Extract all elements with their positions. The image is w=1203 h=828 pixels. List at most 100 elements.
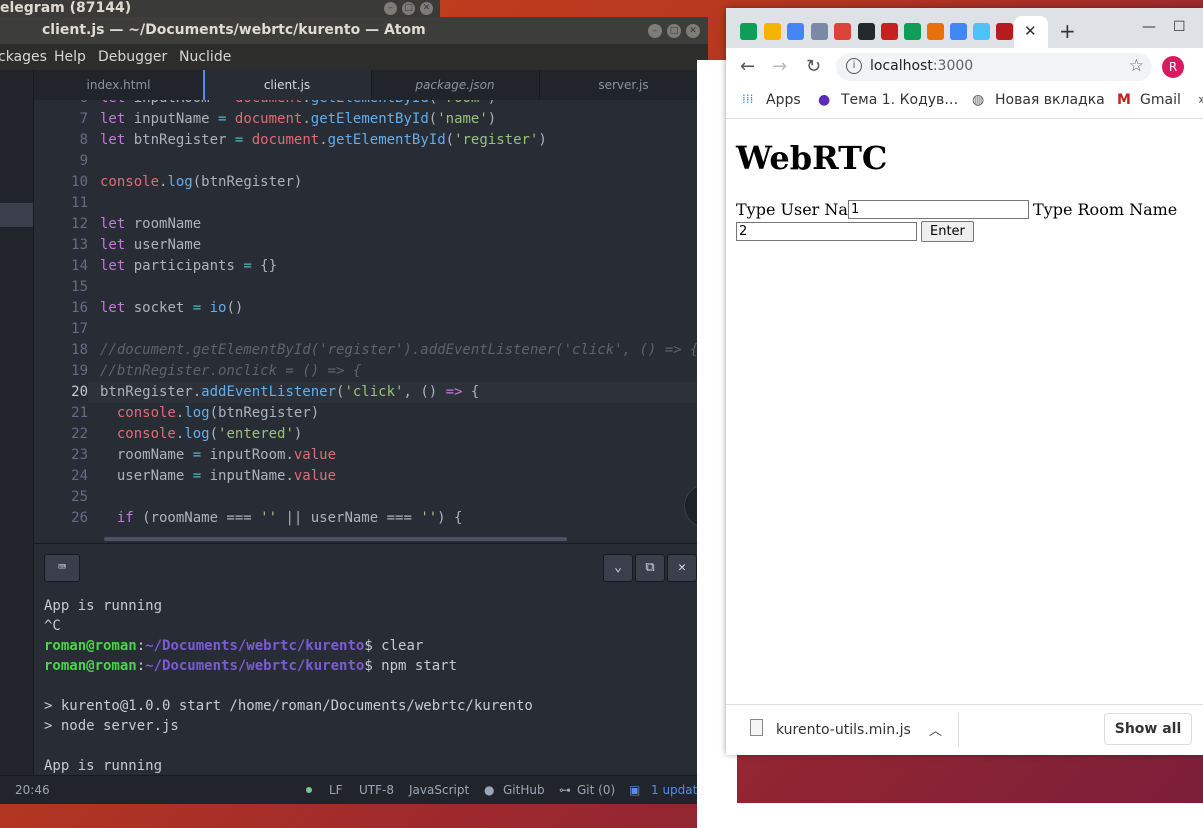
- maximize-icon[interactable]: □: [402, 2, 415, 15]
- sheets-tab-icon[interactable]: [740, 23, 757, 40]
- chrome-window: ✕ + — ☐ ← → ↻ i localhost:3000 ☆ R ⁞⁞⁞ A…: [726, 8, 1203, 755]
- tab-icon[interactable]: [927, 23, 944, 40]
- sheets-tab-icon[interactable]: [904, 23, 921, 40]
- line-number: 21: [71, 405, 88, 421]
- github-tab-icon[interactable]: [858, 23, 875, 40]
- close-icon[interactable]: ✕: [420, 2, 433, 15]
- code-line: console.log('entered'): [116, 426, 303, 442]
- page-title: WebRTC: [736, 139, 888, 177]
- tree-selected-item[interactable]: [0, 203, 33, 227]
- gmail-icon: M: [1117, 92, 1131, 108]
- bookmark-gmail[interactable]: Gmail: [1140, 92, 1181, 108]
- code-editor[interactable]: 6 7 8 9 10 11 12 13 14 15 16 17 18 19 20…: [34, 100, 708, 543]
- code-line: //btnRegister.onclick = () => {: [100, 363, 362, 379]
- maximize-icon[interactable]: ☐: [1173, 19, 1186, 35]
- tab-icon[interactable]: [973, 23, 990, 40]
- code-line: userName = inputName.value: [100, 468, 337, 484]
- google-tab-icon[interactable]: [950, 23, 967, 40]
- back-icon[interactable]: ←: [740, 56, 755, 77]
- menu-packages[interactable]: ckages: [0, 49, 47, 65]
- maximize-panel-icon[interactable]: ⧉: [635, 554, 665, 582]
- line-number: 12: [71, 216, 88, 232]
- address-bar[interactable]: i localhost:3000 ☆: [836, 53, 1152, 81]
- tab-icon[interactable]: [996, 23, 1013, 40]
- cursor-position[interactable]: 20:46: [15, 783, 50, 797]
- prompt-path: ~/Documents/webrtc/kurento: [145, 658, 365, 674]
- minimize-icon[interactable]: —: [1142, 19, 1156, 35]
- atom-window-title: client.js — ~/Documents/webrtc/kurento —…: [42, 22, 426, 38]
- menu-help[interactable]: Help: [54, 49, 86, 65]
- github-button[interactable]: GitHub: [503, 783, 545, 797]
- tab-package-json[interactable]: package.json: [371, 70, 540, 100]
- reload-icon[interactable]: ↻: [806, 56, 821, 77]
- apps-grid-icon: ⁞⁞⁞: [742, 92, 754, 106]
- file-encoding[interactable]: UTF-8: [359, 783, 394, 797]
- code-line: let participants = {}: [100, 258, 278, 274]
- user-name-input[interactable]: [848, 200, 1029, 219]
- code-line: let socket = io(): [100, 300, 244, 316]
- more-bookmarks-icon[interactable]: »: [1198, 92, 1203, 108]
- minimize-icon[interactable]: –: [384, 2, 397, 15]
- show-all-button[interactable]: Show all: [1104, 713, 1192, 745]
- bookmark-apps[interactable]: Apps: [766, 92, 801, 108]
- atom-titlebar: client.js — ~/Documents/webrtc/kurento —…: [0, 17, 708, 44]
- git-button[interactable]: Git (0): [577, 783, 615, 797]
- code-line: console.log(btnRegister): [100, 174, 303, 190]
- bookmarks-bar: ⁞⁞⁞ Apps ● Тема 1. Кодув… ◍ Новая вкладк…: [726, 86, 1203, 119]
- line-number: 24: [71, 468, 88, 484]
- line-number: 23: [71, 447, 88, 463]
- grammar-selector[interactable]: JavaScript: [409, 783, 469, 797]
- gmail-tab-icon[interactable]: [881, 23, 898, 40]
- download-shelf: kurento-utils.min.js ︿ Show all: [726, 704, 1203, 755]
- forward-icon[interactable]: →: [772, 56, 787, 77]
- close-panel-icon[interactable]: ✕: [667, 554, 697, 582]
- line-number: 6: [42, 100, 88, 106]
- enter-button[interactable]: Enter: [921, 221, 974, 242]
- info-icon[interactable]: i: [846, 58, 862, 74]
- tab-index-html[interactable]: index.html: [34, 70, 204, 100]
- menu-nuclide[interactable]: Nuclide: [179, 49, 231, 65]
- bookmark-tema[interactable]: Тема 1. Кодув…: [841, 92, 958, 108]
- git-icon: ⊶: [559, 783, 571, 797]
- prompt-command: $ clear: [364, 638, 424, 654]
- profile-avatar[interactable]: R: [1162, 56, 1184, 78]
- globe-icon: ◍: [972, 92, 985, 108]
- line-ending[interactable]: LF: [329, 783, 343, 797]
- package-icon: ▣: [629, 783, 641, 797]
- chevron-up-icon[interactable]: ︿: [929, 720, 942, 739]
- bookmark-new-tab[interactable]: Новая вкладка: [995, 92, 1105, 108]
- terminal-line: App is running: [44, 598, 163, 614]
- tab-server-js[interactable]: server.js: [539, 70, 709, 100]
- tab-icon[interactable]: [811, 23, 828, 40]
- chevron-down-icon[interactable]: ⌄: [603, 554, 633, 582]
- line-number: 11: [71, 195, 88, 211]
- terminal-panel[interactable]: ⌨ ⌄ ⧉ ✕ App is running ^C roman@roman:~/…: [34, 543, 708, 776]
- bookmark-star-icon[interactable]: ☆: [1129, 56, 1144, 76]
- url-host: localhost: [870, 58, 933, 74]
- atom-menubar: ckages Help Debugger Nuclide: [0, 44, 708, 70]
- line-number: 14: [71, 258, 88, 274]
- active-tab[interactable]: ✕: [1014, 16, 1048, 48]
- menu-debugger[interactable]: Debugger: [98, 49, 167, 65]
- horizontal-scrollbar[interactable]: [104, 537, 567, 541]
- new-tab-icon[interactable]: +: [1059, 19, 1076, 43]
- maximize-icon[interactable]: □: [667, 24, 681, 38]
- download-item[interactable]: kurento-utils.min.js: [776, 722, 911, 738]
- line-number: 19: [71, 363, 88, 379]
- room-name-input[interactable]: [736, 222, 917, 241]
- browser-toolbar: ← → ↻ i localhost:3000 ☆ R: [726, 48, 1203, 86]
- tree-view[interactable]: [0, 70, 34, 775]
- address-url[interactable]: localhost:3000: [870, 58, 973, 74]
- minimize-icon[interactable]: –: [648, 24, 662, 38]
- line-number: 18: [71, 342, 88, 358]
- line-number: 26: [71, 510, 88, 526]
- close-tab-icon[interactable]: ✕: [1024, 22, 1037, 40]
- chrome-tab-icon[interactable]: [787, 23, 804, 40]
- tab-icon[interactable]: [764, 23, 781, 40]
- code-line: console.log(btnRegister): [116, 405, 320, 421]
- tab-client-js[interactable]: client.js: [203, 70, 372, 100]
- close-icon[interactable]: ✕: [686, 24, 700, 38]
- keyboard-icon[interactable]: ⌨: [44, 554, 80, 582]
- chrome-tab-icon[interactable]: [834, 23, 851, 40]
- prompt-user: roman@roman: [44, 658, 137, 674]
